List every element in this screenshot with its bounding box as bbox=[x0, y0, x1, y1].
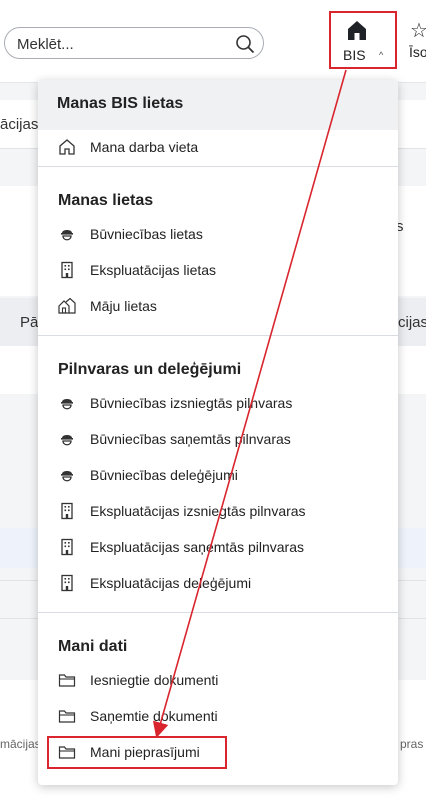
building-icon bbox=[61, 574, 73, 592]
bg-fragment-cijas: cijas bbox=[398, 314, 426, 331]
menu-item-label: Ekspluatācijas deleģējumi bbox=[90, 575, 252, 591]
menu-item-buvniecibas-lietas[interactable]: Būvniecības lietas bbox=[58, 222, 378, 248]
menu-item-eksp-izsniegtas-pilnvaras[interactable]: Ekspluatācijas izsniegtās pilnvaras bbox=[58, 499, 378, 525]
menu-item-label: Būvniecības saņemtās pilnvaras bbox=[90, 431, 291, 447]
home-icon bbox=[348, 21, 366, 40]
top-header: BIS ^ ☆ Īso bbox=[0, 0, 426, 83]
menu-item-eksp-sanemtas-pilnvaras[interactable]: Ekspluatācijas saņemtās pilnvaras bbox=[58, 535, 378, 561]
menu-item-ekspluatacijas-lietas[interactable]: Ekspluatācijas lietas bbox=[58, 258, 378, 284]
building-icon bbox=[61, 502, 73, 520]
bg-fragment-bottom-left: mācijas bbox=[0, 737, 41, 751]
worker-icon bbox=[61, 435, 73, 446]
bg-fragment-top: ācijas bbox=[0, 116, 39, 133]
bis-label: BIS bbox=[343, 47, 366, 63]
menu-item-iesniegtie-dokumenti[interactable]: Iesniegtie dokumenti bbox=[58, 668, 378, 694]
worker-icon bbox=[61, 471, 73, 482]
menu-item-maju-lietas[interactable]: Māju lietas bbox=[58, 294, 378, 320]
section-title-manas-lietas: Manas lietas bbox=[58, 192, 154, 209]
menu-item-label: Mana darba vieta bbox=[90, 139, 199, 155]
menu-item-label: Būvniecības lietas bbox=[90, 226, 203, 242]
bg-fragment-pa: Pā bbox=[20, 314, 39, 331]
search-box[interactable] bbox=[4, 27, 264, 59]
menu-divider bbox=[38, 612, 398, 613]
worker-icon bbox=[61, 399, 73, 410]
menu-item-label: Ekspluatācijas izsniegtās pilnvaras bbox=[90, 503, 306, 519]
menu-item-buv-delegejumi[interactable]: Būvniecības deleģējumi bbox=[58, 463, 378, 489]
building-icon bbox=[61, 261, 73, 279]
folder-icon bbox=[58, 674, 76, 687]
building-icon bbox=[61, 538, 73, 556]
menu-item-label: Ekspluatācijas saņemtās pilnvaras bbox=[90, 539, 304, 555]
menu-header: Manas BIS lietas bbox=[38, 80, 398, 130]
menu-divider bbox=[38, 166, 398, 167]
menu-item-buv-sanemtas-pilnvaras[interactable]: Būvniecības saņemtās pilnvaras bbox=[58, 427, 378, 453]
menu-item-eksp-delegejumi[interactable]: Ekspluatācijas deleģējumi bbox=[58, 571, 378, 597]
worker-icon bbox=[61, 230, 73, 241]
menu-item-sanemtie-dokumenti[interactable]: Saņemtie dokumenti bbox=[58, 704, 378, 730]
chevron-up-icon: ^ bbox=[379, 50, 384, 60]
section-title-mani-dati: Mani dati bbox=[58, 638, 128, 655]
search-icon[interactable] bbox=[235, 34, 255, 54]
shortcuts-label[interactable]: Īso bbox=[409, 44, 426, 60]
bg-fragment-bottom-right: pras sis bbox=[400, 737, 426, 751]
menu-title: Manas BIS lietas bbox=[57, 95, 184, 112]
houses-icon bbox=[58, 297, 76, 314]
menu-item-label: Iesniegtie dokumenti bbox=[90, 672, 219, 688]
search-input[interactable] bbox=[15, 33, 229, 55]
menu-item-label: Saņemtie dokumenti bbox=[90, 708, 218, 724]
bis-menu-button[interactable]: BIS ^ bbox=[329, 11, 397, 69]
home-outline-icon bbox=[59, 139, 75, 155]
star-icon[interactable]: ☆ bbox=[410, 18, 426, 43]
menu-item-label: Ekspluatācijas lietas bbox=[90, 262, 217, 278]
menu-divider bbox=[38, 335, 398, 336]
highlight-box bbox=[47, 736, 227, 769]
section-title-pilnvaras: Pilnvaras un deleģējumi bbox=[58, 361, 242, 378]
menu-item-label: Māju lietas bbox=[90, 298, 157, 314]
menu-item-label: Būvniecības izsniegtās pilnvaras bbox=[90, 395, 293, 411]
menu-item-buv-izsniegtas-pilnvaras[interactable]: Būvniecības izsniegtās pilnvaras bbox=[58, 391, 378, 417]
folder-icon bbox=[58, 710, 76, 723]
menu-item-mana-darba-vieta[interactable]: Mana darba vieta bbox=[58, 135, 378, 161]
bis-dropdown-menu: Manas BIS lietas Mana darba vieta Manas … bbox=[38, 80, 398, 785]
menu-item-label: Būvniecības deleģējumi bbox=[90, 467, 238, 483]
